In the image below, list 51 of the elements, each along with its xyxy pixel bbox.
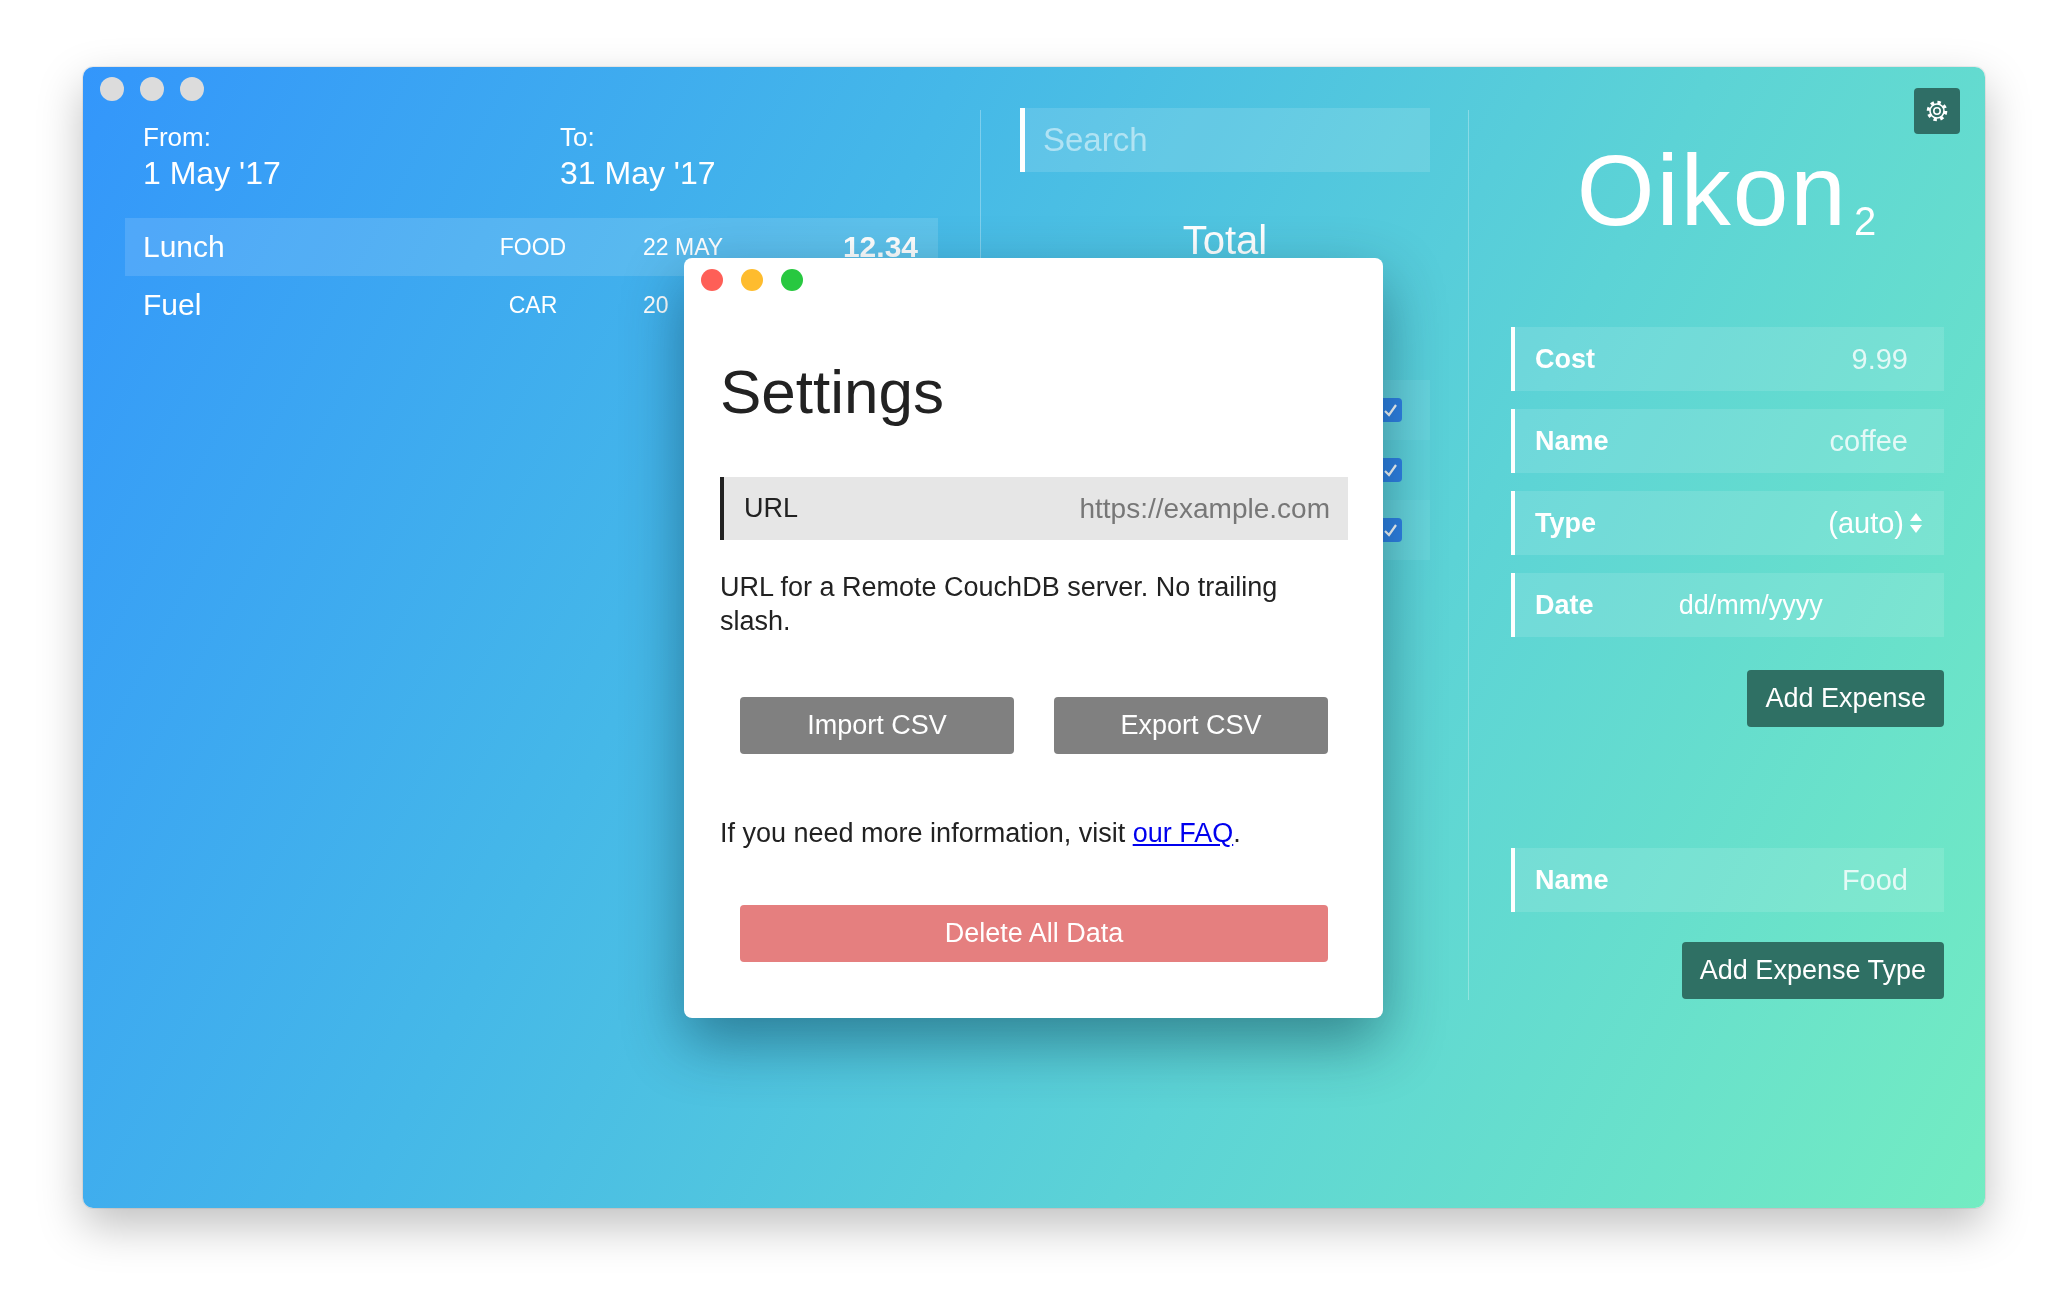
field-label: URL xyxy=(744,493,798,524)
expense-date: 20 xyxy=(643,291,669,319)
app-logo: Oikon$_{2}$ xyxy=(1576,140,1879,248)
field-label: Date xyxy=(1535,589,1594,621)
faq-link[interactable]: our FAQ xyxy=(1132,818,1234,848)
add-expense-type-button[interactable]: Add Expense Type xyxy=(1681,942,1944,999)
input-field[interactable]: Cost 9.99 xyxy=(1511,327,1944,391)
field-label: Name xyxy=(1535,864,1609,896)
dialog-title: Settings xyxy=(720,356,945,428)
search-field[interactable]: Search xyxy=(1020,108,1430,172)
expense-amount: 12.34 xyxy=(842,230,918,264)
select-field[interactable]: Type (auto) xyxy=(1511,491,1944,555)
expense-name: Fuel xyxy=(143,288,202,321)
import-button[interactable]: Import CSV xyxy=(740,697,1014,754)
expense-row[interactable]: Lunch FOOD 22 MAY 12.34 xyxy=(125,218,938,276)
search-input[interactable]: Search xyxy=(1043,121,1430,159)
expense-type: CAR xyxy=(508,291,558,319)
expense-date: 22 MAY xyxy=(643,233,724,261)
field-label: Name xyxy=(1535,425,1609,457)
settings-icon xyxy=(1924,98,1950,124)
input-field[interactable]: Name coffee xyxy=(1511,409,1944,473)
minimize-button[interactable] xyxy=(140,77,164,101)
close-button[interactable] xyxy=(100,77,124,101)
to-date[interactable]: 31 May '17 xyxy=(560,154,980,192)
export-button[interactable]: Export CSV xyxy=(1054,697,1328,754)
field-label: Type xyxy=(1535,507,1596,539)
text-input[interactable]: 9.99 xyxy=(1595,342,1922,376)
from-date[interactable]: 1 May '17 xyxy=(143,154,560,192)
text-input[interactable]: Food xyxy=(1608,863,1922,897)
close-button[interactable] xyxy=(701,269,723,291)
input-field[interactable]: Date dd/mm/yyyy xyxy=(1511,573,1944,637)
from-label: From: xyxy=(143,122,212,152)
minimize-button[interactable] xyxy=(741,269,763,291)
settings-button[interactable] xyxy=(1914,88,1960,134)
help-text: URL for a Remote CouchDB server. No trailing slash. xyxy=(720,571,1279,638)
url-field[interactable]: URL https://example.com xyxy=(720,477,1348,540)
zoom-button[interactable] xyxy=(781,269,803,291)
date-input[interactable]: dd/mm/yyyy xyxy=(1593,589,1922,621)
input-field[interactable]: Name Food xyxy=(1511,848,1944,912)
to-label: To: xyxy=(560,122,596,152)
url-input[interactable]: https://example.com xyxy=(798,492,1330,525)
field-label: Cost xyxy=(1535,343,1595,375)
text-input[interactable]: coffee xyxy=(1608,424,1922,458)
delete-data-button[interactable]: Delete All Data xyxy=(740,905,1328,962)
add-expense-button[interactable]: Add Expense xyxy=(1747,670,1944,727)
stepper-icon xyxy=(1910,513,1922,533)
expense-type: FOOD xyxy=(499,233,567,261)
zoom-button[interactable] xyxy=(180,77,204,101)
faq-text: If you need more information, visit our FAQ. xyxy=(720,817,1242,850)
expense-name: Lunch xyxy=(143,230,225,263)
total-heading: Total xyxy=(1182,220,1268,260)
